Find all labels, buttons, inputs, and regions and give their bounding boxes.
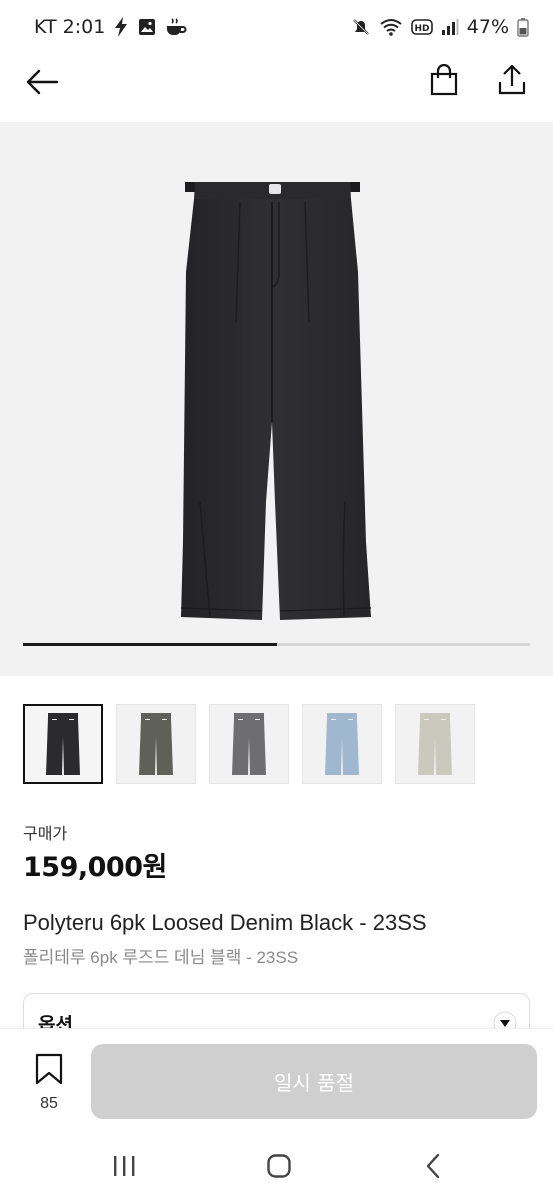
thumbnail-image bbox=[325, 713, 359, 775]
app-header bbox=[0, 54, 553, 122]
battery-percent: 47% bbox=[466, 16, 509, 38]
product-name-en: Polyteru 6pk Loosed Denim Black - 23SS bbox=[23, 910, 427, 935]
thumbnail-black[interactable] bbox=[23, 704, 103, 784]
home-button[interactable] bbox=[259, 1150, 299, 1186]
price-value: 159,000원 bbox=[23, 852, 167, 883]
recent-apps-button[interactable] bbox=[104, 1150, 144, 1186]
wishlist-button[interactable]: 85 bbox=[24, 1053, 74, 1115]
bottom-action-bar: 85 일시 품절 bbox=[0, 1028, 553, 1136]
back-arrow-icon bbox=[25, 69, 59, 99]
soldout-button[interactable]: 일시 품절 bbox=[91, 1044, 537, 1119]
thumbnail-light-blue[interactable] bbox=[302, 704, 382, 784]
shopping-bag-button[interactable] bbox=[424, 62, 464, 102]
system-back-button[interactable] bbox=[414, 1150, 454, 1186]
system-nav-bar bbox=[0, 1136, 553, 1200]
thumbnail-olive[interactable] bbox=[116, 704, 196, 784]
product-image bbox=[180, 182, 372, 620]
thumbnail-grey[interactable] bbox=[209, 704, 289, 784]
shopping-bag-icon bbox=[429, 63, 459, 100]
home-icon bbox=[266, 1153, 292, 1183]
product-image-carousel[interactable] bbox=[0, 122, 553, 676]
product-name-ko: 폴리테루 6pk 루즈드 데님 블랙 - 23SS bbox=[23, 948, 299, 967]
color-thumbnails bbox=[23, 704, 475, 784]
signal-icon bbox=[441, 18, 459, 36]
thumbnail-ivory[interactable] bbox=[395, 704, 475, 784]
mute-icon bbox=[351, 17, 371, 37]
gallery-icon bbox=[137, 17, 157, 37]
share-icon bbox=[497, 64, 527, 100]
share-button[interactable] bbox=[492, 62, 532, 102]
hd-icon: HD bbox=[410, 18, 433, 36]
price-label: 구매가 bbox=[23, 824, 68, 843]
status-left: KT 2:01 bbox=[34, 16, 187, 38]
carrier-time: KT 2:01 bbox=[34, 16, 106, 38]
bookmark-icon bbox=[35, 1053, 63, 1089]
thumbnail-image bbox=[418, 713, 452, 775]
back-icon bbox=[424, 1153, 444, 1183]
carousel-progress bbox=[23, 643, 530, 646]
thumbnail-image bbox=[232, 713, 266, 775]
coffee-icon bbox=[165, 17, 187, 37]
svg-text:HD: HD bbox=[414, 24, 429, 34]
wishlist-count: 85 bbox=[40, 1095, 58, 1112]
back-button[interactable] bbox=[22, 64, 62, 104]
flash-icon bbox=[113, 16, 129, 38]
status-bar: KT 2:01 HD 47% bbox=[0, 0, 553, 54]
wifi-icon bbox=[379, 17, 403, 37]
recent-apps-icon bbox=[111, 1154, 137, 1182]
status-right: HD 47% bbox=[351, 16, 529, 38]
thumbnail-image bbox=[46, 713, 80, 775]
carousel-progress-fill bbox=[23, 643, 277, 646]
thumbnail-image bbox=[139, 713, 173, 775]
battery-icon bbox=[517, 17, 529, 37]
